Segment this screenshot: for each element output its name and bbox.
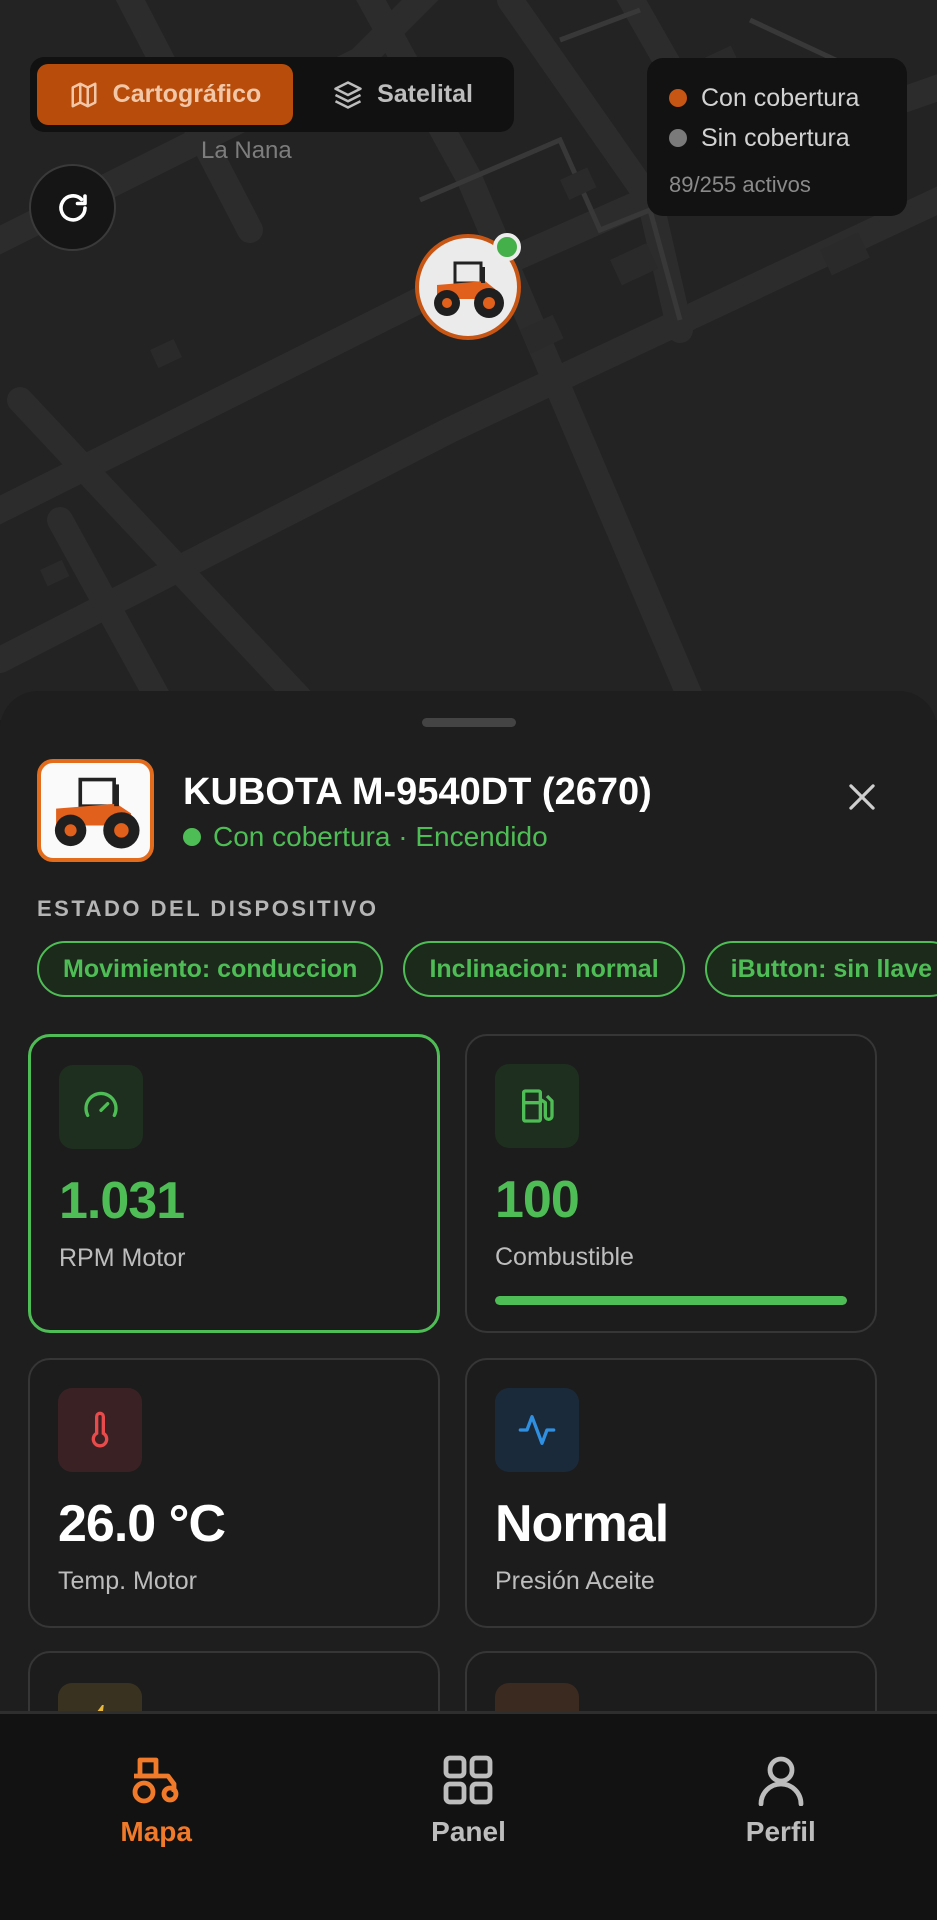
status-chips: Movimiento: conduccion Inclinacion: norm… — [37, 941, 937, 997]
metric-value: 26.0 °C — [58, 1495, 226, 1553]
nav-item-panel[interactable]: Panel — [312, 1714, 624, 1920]
legend-label: Sin cobertura — [701, 123, 850, 152]
nav-item-map[interactable]: Mapa — [0, 1714, 312, 1920]
status-dot — [183, 828, 201, 846]
device-detail-sheet: KUBOTA M-9540DT (2670) Con cobertura · E… — [0, 691, 937, 1711]
legend-dot-uncovered — [669, 129, 687, 147]
device-status-text: Con cobertura · Encendido — [213, 821, 548, 852]
fuel-icon — [522, 1089, 554, 1123]
gauge-icon — [84, 1091, 118, 1117]
metric-label: Presión Aceite — [495, 1567, 655, 1595]
layer-button-satellite[interactable]: Satelital — [299, 64, 507, 125]
map-layer-toggle: Cartográfico Satelital — [30, 57, 514, 132]
metric-card-partial[interactable] — [465, 1651, 877, 1711]
metric-value: 100 — [495, 1171, 580, 1229]
layer-button-label: Satelital — [377, 80, 473, 108]
refresh-button[interactable] — [29, 164, 116, 251]
metric-card-oil-pressure[interactable]: Normal Presión Aceite — [465, 1358, 877, 1628]
chip-inclination[interactable]: Inclinacion: normal — [403, 941, 685, 997]
tractor-image — [434, 261, 504, 318]
legend-item-uncovered: Sin cobertura — [669, 118, 885, 158]
tractor-icon — [132, 1757, 179, 1804]
user-icon — [758, 1756, 804, 1806]
nav-label: Panel — [431, 1816, 506, 1847]
metric-icon-box — [495, 1683, 579, 1711]
layer-button-cartographic[interactable]: Cartográfico — [37, 64, 293, 125]
map-place-label: La Nana — [201, 137, 292, 164]
metric-value: Normal — [495, 1495, 669, 1553]
metric-card-fuel[interactable]: 100 Combustible — [465, 1034, 877, 1333]
active-count: 89/255 activos — [669, 172, 811, 197]
fuel-progress-bar — [495, 1296, 847, 1305]
metric-icon-box — [59, 1065, 143, 1149]
close-icon[interactable] — [843, 778, 881, 816]
grid-icon — [444, 1755, 493, 1805]
nav-label: Mapa — [120, 1816, 192, 1847]
nav-label: Perfil — [745, 1816, 816, 1847]
device-thumbnail — [37, 759, 154, 862]
metric-card-temperature[interactable]: 26.0 °C Temp. Motor — [28, 1358, 440, 1628]
metric-icon-box — [58, 1683, 142, 1711]
metric-value: 1.031 — [59, 1172, 185, 1230]
legend-item-covered: Con cobertura — [669, 78, 885, 118]
metric-icon-box — [495, 1388, 579, 1472]
sheet-drag-handle[interactable] — [422, 718, 516, 727]
tractor-image — [54, 777, 140, 848]
metric-icon-box — [58, 1388, 142, 1472]
layer-button-label: Cartográfico — [112, 80, 262, 108]
chip-ibutton[interactable]: iButton: sin llave — [704, 941, 937, 997]
legend-label: Con cobertura — [701, 83, 860, 112]
metric-card-partial[interactable] — [28, 1651, 440, 1711]
layers-icon — [334, 80, 362, 109]
map-view[interactable]: Cartográfico Satelital La Nana Con cober… — [0, 0, 937, 720]
metric-label: Combustible — [495, 1243, 634, 1271]
section-title: ESTADO DEL DISPOSITIVO — [37, 896, 379, 921]
thermometer-icon — [91, 1411, 109, 1448]
activity-icon — [518, 1415, 556, 1445]
metric-label: RPM Motor — [59, 1244, 186, 1272]
metric-label: Temp. Motor — [58, 1567, 197, 1595]
metric-card-rpm[interactable]: 1.031 RPM Motor — [28, 1034, 440, 1333]
online-status-dot — [493, 233, 521, 261]
metric-icon-box — [495, 1064, 579, 1148]
chip-movement[interactable]: Movimiento: conduccion — [37, 941, 384, 997]
legend-dot-covered — [669, 89, 687, 107]
fuel-progress-fill — [495, 1296, 847, 1305]
coverage-legend: Con cobertura Sin cobertura 89/255 activ… — [647, 58, 907, 216]
device-name: KUBOTA M-9540DT (2670) — [183, 771, 652, 813]
bottom-navigation: Mapa Panel Perfil — [0, 1711, 937, 1920]
refresh-icon — [58, 193, 87, 222]
map-icon — [71, 82, 97, 107]
nav-item-profile[interactable]: Perfil — [625, 1714, 937, 1920]
device-status: Con cobertura · Encendido — [183, 821, 548, 853]
